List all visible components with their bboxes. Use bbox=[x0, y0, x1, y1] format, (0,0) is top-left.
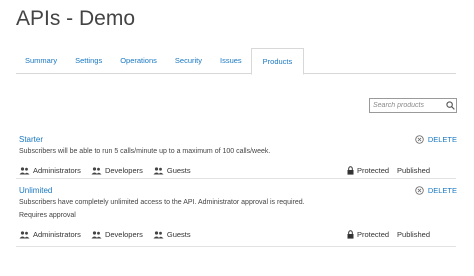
product-name-link[interactable]: Unlimited bbox=[19, 186, 457, 195]
product-item: Unlimited DELETE Subscribers have comple… bbox=[19, 186, 457, 239]
tab-issues[interactable]: Issues bbox=[211, 48, 251, 74]
users-icon bbox=[153, 166, 164, 174]
group-guests: Guests bbox=[153, 230, 191, 239]
users-icon bbox=[19, 166, 30, 174]
users-icon bbox=[153, 230, 164, 238]
tab-settings[interactable]: Settings bbox=[66, 48, 111, 74]
group-developers: Developers bbox=[91, 166, 143, 175]
tab-operations[interactable]: Operations bbox=[111, 48, 166, 74]
group-label: Administrators bbox=[33, 230, 81, 239]
group-label: Guests bbox=[166, 166, 191, 175]
product-meta: Administrators Developers Guests Protect… bbox=[19, 166, 457, 175]
lock-icon bbox=[347, 230, 354, 239]
approval-note: Requires approval bbox=[19, 212, 76, 219]
lock-icon bbox=[347, 166, 354, 175]
tab-security[interactable]: Security bbox=[166, 48, 211, 74]
product-divider bbox=[16, 178, 456, 179]
group-label: Administrators bbox=[33, 166, 81, 175]
product-name-link[interactable]: Starter bbox=[19, 135, 457, 144]
protected-label: Protected bbox=[356, 166, 390, 175]
product-meta: Administrators Developers Guests Protect… bbox=[19, 230, 457, 239]
search-input[interactable] bbox=[370, 99, 444, 112]
product-item: Starter DELETE Subscribers will be able … bbox=[19, 135, 457, 175]
tab-bar: Summary Settings Operations Security Iss… bbox=[16, 48, 305, 75]
group-label: Developers bbox=[104, 166, 143, 175]
group-label: Developers bbox=[104, 230, 143, 239]
group-administrators: Administrators bbox=[19, 166, 81, 175]
search-box bbox=[369, 98, 457, 113]
group-administrators: Administrators bbox=[19, 230, 81, 239]
page-title: APIs - Demo bbox=[16, 7, 136, 30]
group-guests: Guests bbox=[153, 166, 191, 175]
protected-indicator: Protected bbox=[347, 166, 389, 175]
product-description: Subscribers will be able to run 5 calls/… bbox=[19, 148, 271, 155]
product-divider bbox=[16, 246, 456, 247]
product-status-area: Protected Published bbox=[347, 166, 430, 175]
group-developers: Developers bbox=[91, 230, 143, 239]
product-description: Subscribers have completely unlimited ac… bbox=[19, 199, 305, 206]
tab-summary[interactable]: Summary bbox=[16, 48, 66, 74]
delete-button[interactable]: DELETE bbox=[415, 135, 457, 144]
status-label: Published bbox=[397, 166, 430, 175]
users-icon bbox=[91, 230, 102, 238]
users-icon bbox=[91, 166, 102, 174]
protected-indicator: Protected bbox=[347, 230, 389, 239]
group-label: Guests bbox=[166, 230, 191, 239]
tab-products[interactable]: Products bbox=[250, 48, 305, 75]
close-circle-icon bbox=[415, 186, 424, 195]
delete-button[interactable]: DELETE bbox=[415, 186, 457, 195]
close-circle-icon bbox=[415, 135, 424, 144]
product-status-area: Protected Published bbox=[347, 230, 430, 239]
search-icon[interactable] bbox=[444, 99, 456, 112]
status-label: Published bbox=[397, 230, 430, 239]
protected-label: Protected bbox=[356, 230, 390, 239]
delete-label: DELETE bbox=[427, 135, 457, 144]
delete-label: DELETE bbox=[427, 186, 457, 195]
users-icon bbox=[19, 230, 30, 238]
